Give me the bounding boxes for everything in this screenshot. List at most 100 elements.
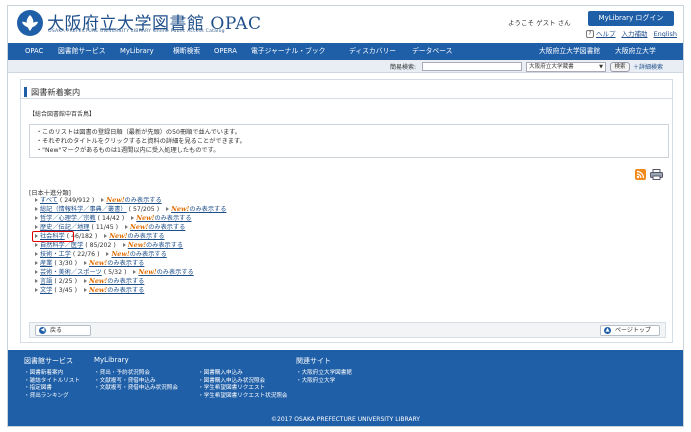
new-only-link[interactable]: New!のみ表示する [106, 196, 161, 204]
new-only-link[interactable]: New!のみ表示する [88, 259, 145, 267]
arrow-right-icon [35, 207, 38, 211]
new-only-link[interactable]: New!のみ表示する [136, 214, 192, 222]
new-only-link[interactable]: New!のみ表示する [130, 223, 185, 231]
category-link-industry[interactable]: 産業 [40, 260, 52, 267]
category-link-natural-science[interactable]: 自然科学／医学 [40, 242, 83, 249]
footer-link[interactable]: ・文献複写・貸借申込み状況照会 [94, 385, 178, 393]
page-top-button[interactable]: ▲ ページトップ [600, 325, 660, 336]
new-badge: New! [106, 196, 125, 204]
category-link-general[interactable]: 総記（情報科学／事典／叢書） [40, 206, 127, 213]
new-only-link[interactable]: New!のみ表示する [109, 232, 165, 240]
new-only-link[interactable]: New!のみ表示する [89, 277, 145, 285]
arrow-right-icon [83, 288, 87, 292]
arrow-right-icon [35, 270, 38, 274]
back-button[interactable]: ◀ 戻る [35, 325, 91, 336]
nav-item-mylibrary[interactable]: MyLibrary [120, 43, 154, 60]
new-badge: New! [130, 223, 149, 231]
arrow-right-icon [166, 207, 170, 211]
footer-link[interactable]: ・図書購入申込み [198, 370, 288, 378]
arrow-right-icon [101, 198, 105, 202]
mylibrary-login-button[interactable]: MyLibrary ログイン [588, 11, 674, 26]
new-only-link[interactable]: New!のみ表示する [111, 250, 166, 258]
site-footer: 図書館サービス MyLibrary 関連サイト ・図書新着案内 ・雑誌タイトルリ… [8, 350, 683, 426]
input-help-link[interactable]: 入力補助 [622, 30, 648, 38]
category-link-technology[interactable]: 技術・工学 [40, 251, 71, 258]
nav-item-library-services[interactable]: 図書館サービス [58, 43, 106, 60]
help-links: ? ヘルプ 入力補助 English [586, 28, 681, 38]
arrow-right-icon [35, 261, 38, 265]
footer-link[interactable]: ・学生希望図書リクエスト [198, 385, 288, 393]
category-count: ( 57/205 ) [128, 206, 160, 213]
footer-link[interactable]: ・貸出ランキング [24, 393, 80, 401]
quick-search-input[interactable] [422, 62, 522, 71]
footer-link[interactable]: ・大阪府立大学図書館 [296, 370, 352, 378]
main-nav: OPAC 図書館サービス MyLibrary 横断検索 OPERA 電子ジャーナ… [8, 43, 683, 60]
university-emblem-icon[interactable] [17, 10, 43, 36]
category-link-language[interactable]: 言語 [40, 278, 52, 285]
help-link[interactable]: ヘルプ [596, 30, 616, 38]
new-badge: New! [88, 259, 108, 267]
arrow-right-icon [122, 243, 126, 247]
new-only-label: のみ表示する [154, 215, 192, 222]
footer-link[interactable]: ・学生希望図書リクエスト状況照会 [198, 393, 288, 401]
english-link[interactable]: English [654, 30, 677, 38]
arrow-left-icon: ◀ [39, 327, 46, 334]
category-link-philosophy[interactable]: 哲学／心理学／宗教 [40, 215, 96, 222]
nav-item-ejournal[interactable]: 電子ジャーナル・ブック [251, 43, 325, 60]
page-title: 図書新着案内 [31, 87, 81, 97]
rss-icon[interactable] [635, 169, 646, 180]
advanced-search-link[interactable]: ＋詳細検索 [633, 62, 663, 71]
new-only-label: のみ表示する [146, 242, 184, 249]
category-count: ( 2/25 ) [54, 278, 78, 285]
footer-link[interactable]: ・貸出・予約状況照会 [94, 370, 178, 378]
nav-item-database[interactable]: データベース [412, 43, 452, 60]
category-count: ( 3/30 ) [54, 260, 78, 267]
nav-item-discovery[interactable]: ディスカバリー [349, 43, 396, 60]
footer-link[interactable]: ・指定図書 [24, 385, 80, 393]
category-count: ( 249/912 ) [59, 197, 95, 204]
info-line: ・このリストは図書の登録日順（最新が先頭）の50冊順で並んでいます。 [36, 129, 241, 136]
print-icon[interactable] [650, 169, 663, 180]
new-badge: New! [111, 250, 130, 258]
arrow-right-icon [35, 225, 38, 229]
search-scope-value: 大阪府立大学蔵書 [529, 63, 574, 70]
list-item: 社会科学 ( 46/182 ) New!のみ表示する [32, 231, 165, 242]
category-link-all[interactable]: すべて [40, 197, 58, 204]
search-scope-select[interactable]: 大阪府立大学蔵書 ▼ [526, 61, 606, 72]
footer-link[interactable]: ・図書新着案内 [24, 370, 80, 378]
quick-search-bar: 簡易検索: 大阪府立大学蔵書 ▼ 検索 ＋詳細検索 [8, 60, 683, 73]
nav-item-opu-library[interactable]: 大阪府立大学図書館 [539, 43, 600, 60]
new-only-link[interactable]: New!のみ表示する [171, 205, 226, 213]
footer-link[interactable]: ・大阪府立大学 [296, 378, 352, 386]
category-link-arts[interactable]: 芸術・美術／スポーツ [40, 269, 102, 276]
copyright: ©2017 OSAKA PREFECTURE UNIVERSITY LIBRAR… [271, 416, 420, 423]
new-only-link[interactable]: New!のみ表示する [128, 241, 184, 249]
category-count: ( 5/32 ) [103, 269, 127, 276]
category-link-history[interactable]: 歴史／伝記／地理 [40, 224, 90, 231]
new-only-link[interactable]: New!のみ表示する [88, 286, 144, 294]
new-only-label: のみ表示する [127, 233, 165, 240]
new-only-link[interactable]: New!のみ表示する [138, 268, 193, 276]
new-only-label: のみ表示する [107, 260, 145, 267]
new-only-label: のみ表示する [107, 278, 145, 285]
arrow-right-icon [104, 234, 108, 238]
arrow-right-icon [133, 270, 137, 274]
search-button[interactable]: 検索 [610, 61, 630, 72]
category-link-literature[interactable]: 文学 [40, 287, 52, 294]
arrow-right-icon [35, 279, 38, 283]
arrow-right-icon [106, 252, 110, 256]
new-badge: New! [136, 214, 155, 222]
site-subtitle: OSAKA PREFECTURE UNIVERSITY LIBRARY Onli… [48, 29, 225, 34]
list-item: 自然科学／医学 ( 85/202 ) New!のみ表示する [35, 241, 183, 250]
nav-item-opera[interactable]: OPERA [214, 43, 237, 60]
info-line: ・"New"マークがあるものは1週間以内に受入処理したものです。 [36, 147, 220, 154]
help-icon[interactable]: ? [586, 30, 594, 38]
nav-item-opu[interactable]: 大阪府立大学 [615, 43, 656, 60]
list-item: すべて ( 249/912 ) New!のみ表示する [35, 196, 162, 205]
nav-item-opac[interactable]: OPAC [25, 43, 43, 60]
page-top-label: ページトップ [615, 327, 651, 334]
nav-item-cross-search[interactable]: 横断検索 [173, 43, 200, 60]
new-badge: New! [88, 286, 108, 294]
list-item: 芸術・美術／スポーツ ( 5/32 ) New!のみ表示する [35, 268, 194, 277]
footer-col-mylibrary-b: ・図書購入申込み ・図書購入申込み状況照会 ・学生希望図書リクエスト ・学生希望… [198, 370, 288, 400]
